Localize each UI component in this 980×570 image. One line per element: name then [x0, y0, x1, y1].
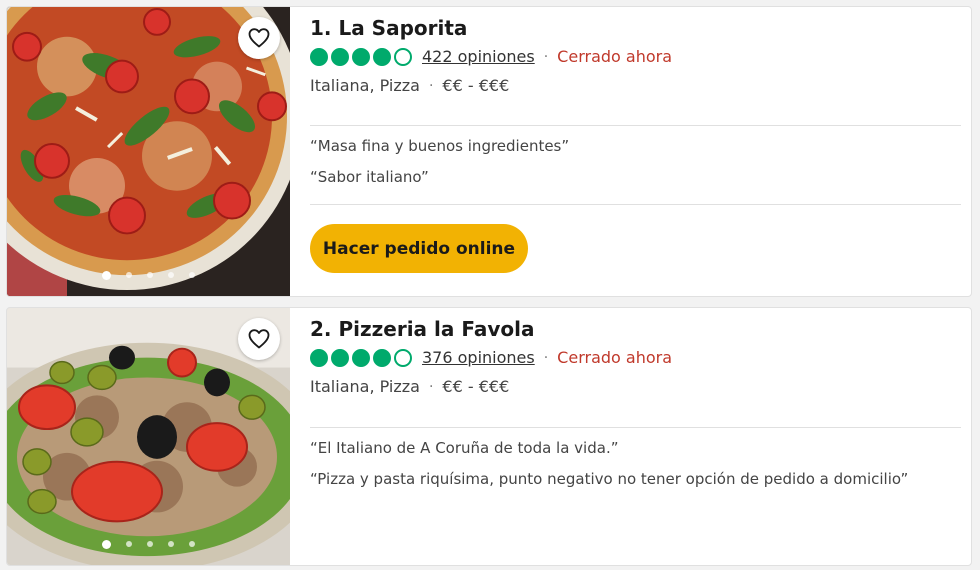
divider — [310, 427, 961, 428]
heart-icon — [248, 329, 270, 349]
separator-dot: · — [428, 378, 434, 395]
meta-row: Italiana, Pizza · €€ - €€€ — [310, 76, 509, 95]
heart-icon — [248, 28, 270, 48]
separator-dot: · — [428, 77, 434, 94]
divider — [310, 204, 961, 205]
rating-bubble-empty — [394, 348, 412, 367]
cuisine-label: Italiana, Pizza — [310, 76, 420, 95]
rating-bubble-filled — [331, 47, 349, 66]
review-snippet: “El Italiano de A Coruña de toda la vida… — [310, 439, 619, 457]
carousel-dot[interactable] — [102, 540, 111, 549]
open-status: Cerrado ahora — [557, 47, 673, 66]
restaurant-card[interactable]: 2. Pizzeria la Favola 376 opiniones · Ce… — [6, 307, 972, 566]
divider — [310, 125, 961, 126]
carousel-dot[interactable] — [168, 272, 174, 278]
restaurant-info: 1. La Saporita 422 opiniones · Cerrado a… — [310, 7, 961, 296]
rating-bubble-filled — [331, 348, 349, 367]
review-snippet: “Sabor italiano” — [310, 168, 429, 186]
rating-bubble-filled — [310, 47, 328, 66]
rating-bubbles — [310, 47, 412, 66]
review-snippet: “Masa fina y buenos ingredientes” — [310, 137, 570, 155]
restaurant-card[interactable]: 1. La Saporita 422 opiniones · Cerrado a… — [6, 6, 972, 297]
carousel-dot[interactable] — [126, 272, 132, 278]
rating-bubble-filled — [310, 348, 328, 367]
rating-bubble-filled — [352, 47, 370, 66]
review-count-link[interactable]: 376 opiniones — [422, 348, 535, 367]
rating-bubble-filled — [352, 348, 370, 367]
carousel-dot[interactable] — [168, 541, 174, 547]
separator-dot: · — [543, 48, 549, 65]
price-range: €€ - €€€ — [442, 377, 510, 396]
rating-bubbles — [310, 348, 412, 367]
photo-carousel-dots — [7, 540, 290, 549]
review-snippet: “Pizza y pasta riquísima, punto negativo… — [310, 470, 909, 488]
restaurant-photo-salad[interactable] — [7, 308, 290, 565]
order-online-button[interactable]: Hacer pedido online — [310, 224, 528, 273]
separator-dot: · — [543, 349, 549, 366]
restaurant-title[interactable]: 1. La Saporita — [310, 16, 467, 40]
carousel-dot[interactable] — [102, 271, 111, 280]
cuisine-label: Italiana, Pizza — [310, 377, 420, 396]
carousel-dot[interactable] — [189, 541, 195, 547]
carousel-dot[interactable] — [126, 541, 132, 547]
save-heart-button[interactable] — [238, 17, 280, 59]
price-range: €€ - €€€ — [442, 76, 510, 95]
review-count-link[interactable]: 422 opiniones — [422, 47, 535, 66]
rating-bubble-empty — [394, 47, 412, 66]
carousel-dot[interactable] — [147, 541, 153, 547]
photo-carousel-dots — [7, 271, 290, 280]
carousel-dot[interactable] — [189, 272, 195, 278]
open-status: Cerrado ahora — [557, 348, 673, 367]
save-heart-button[interactable] — [238, 318, 280, 360]
rating-row: 422 opiniones · Cerrado ahora — [310, 47, 672, 66]
restaurant-title[interactable]: 2. Pizzeria la Favola — [310, 317, 534, 341]
carousel-dot[interactable] — [147, 272, 153, 278]
rating-bubble-filled — [373, 47, 391, 66]
meta-row: Italiana, Pizza · €€ - €€€ — [310, 377, 509, 396]
rating-bubble-filled — [373, 348, 391, 367]
rating-row: 376 opiniones · Cerrado ahora — [310, 348, 672, 367]
restaurant-info: 2. Pizzeria la Favola 376 opiniones · Ce… — [310, 308, 961, 565]
restaurant-photo-pizza[interactable] — [7, 7, 290, 296]
